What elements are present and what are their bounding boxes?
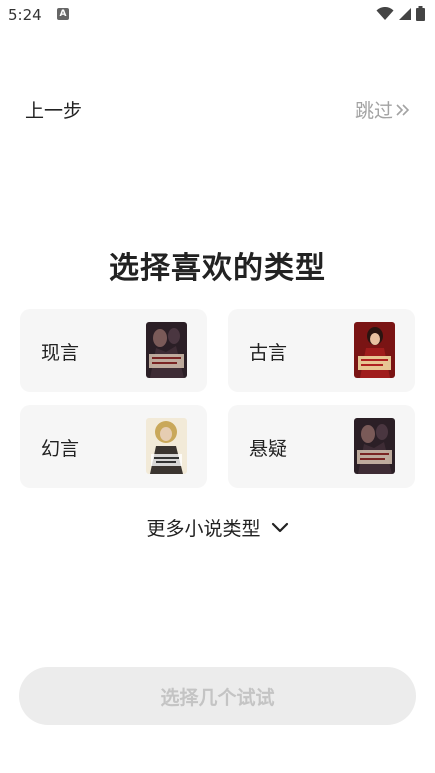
genre-card-guyan[interactable]: 古言 — [228, 309, 415, 392]
status-time: 5:24 — [8, 6, 42, 24]
status-icons — [376, 6, 425, 21]
back-button[interactable]: 上一步 — [25, 96, 82, 123]
genre-label: 幻言 — [41, 438, 80, 460]
skip-button[interactable]: 跳过 — [355, 96, 411, 123]
genre-label: 悬疑 — [249, 438, 288, 460]
genre-label: 现言 — [41, 342, 80, 364]
book-cover-huanyan — [146, 418, 187, 474]
app-notification-icon: A — [57, 8, 69, 20]
genre-card-xuanyi[interactable]: 悬疑 — [228, 405, 415, 488]
genre-card-huanyan[interactable]: 幻言 — [20, 405, 207, 488]
status-bar: 5:24 A — [0, 0, 435, 30]
skip-label: 跳过 — [354, 100, 393, 122]
page-title: 选择喜欢的类型 — [109, 251, 326, 286]
chevron-down-icon — [271, 522, 288, 532]
signal-icon — [399, 7, 411, 20]
book-cover-xuanyi — [354, 418, 395, 474]
more-types-toggle[interactable]: 更多小说类型 — [0, 514, 435, 541]
genre-label: 古言 — [249, 342, 288, 364]
battery-icon — [416, 6, 425, 21]
genre-card-xianyan[interactable]: 现言 — [20, 309, 207, 392]
more-types-label: 更多小说类型 — [146, 518, 261, 540]
book-cover-guyan — [354, 322, 395, 378]
double-chevron-right-icon — [396, 103, 410, 116]
try-selection-button[interactable]: 选择几个试试 — [19, 667, 416, 725]
wifi-icon — [376, 6, 394, 20]
book-cover-xianyan — [146, 322, 187, 378]
